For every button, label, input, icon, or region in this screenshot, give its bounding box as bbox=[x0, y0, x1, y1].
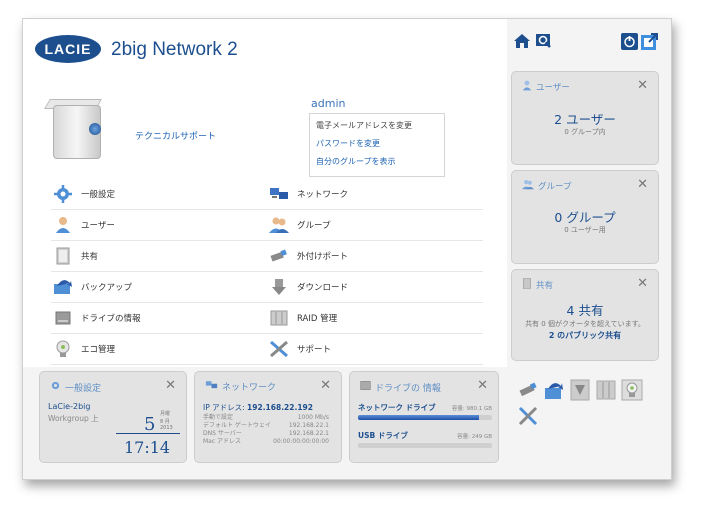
gear-icon bbox=[53, 185, 73, 203]
share-icon bbox=[53, 247, 73, 265]
menu-item-groups[interactable]: グループ bbox=[267, 210, 483, 240]
usb-drive-usage-bar bbox=[358, 443, 492, 448]
main-panel: LACIE 2big Network 2 テクニカルサポート admin 電子メ… bbox=[23, 19, 507, 367]
username-label: admin bbox=[311, 97, 346, 110]
change-password-link[interactable]: パスワードを変更 bbox=[310, 135, 444, 153]
drive-icon bbox=[53, 309, 73, 327]
raid-icon[interactable] bbox=[595, 379, 617, 401]
menu-item-support[interactable]: サポート bbox=[267, 334, 483, 364]
menu-item-backup[interactable]: バックアップ bbox=[51, 272, 267, 302]
menu-item-eco[interactable]: エコ管理 bbox=[51, 334, 267, 364]
network-drive-usage-bar bbox=[358, 415, 492, 420]
network-drive-capacity: 容量: 980.1 GB bbox=[451, 406, 492, 412]
menu-item-network[interactable]: ネットワーク bbox=[267, 179, 483, 209]
groups-detail: 0 ユーザー用 bbox=[564, 226, 606, 234]
tech-support-link[interactable]: テクニカルサポート bbox=[135, 129, 216, 142]
date-day: 5 bbox=[144, 414, 156, 435]
product-title: 2big Network 2 bbox=[111, 39, 238, 60]
user-options-box: 電子メールアドレスを変更 パスワードを変更 自分のグループを表示 bbox=[309, 113, 445, 177]
user-icon bbox=[522, 80, 532, 94]
shares-count: 4 共有 bbox=[566, 303, 604, 318]
menu-item-drive-info[interactable]: ドライブの情報 bbox=[51, 303, 267, 333]
ip-address: IP アドレス: 192.168.22.192 bbox=[203, 403, 313, 412]
date-display: 5 月曜 8 月 2013 bbox=[116, 410, 180, 435]
menu-item-external-ports[interactable]: 外付けポート bbox=[267, 241, 483, 271]
menu-item-shares[interactable]: 共有 bbox=[51, 241, 267, 271]
network-icon bbox=[269, 185, 289, 203]
usb-drive-capacity: 容量: 249 GB bbox=[457, 434, 492, 440]
groups-widget-title: グループ bbox=[538, 182, 572, 192]
usb-drive: USB ドライブ 容量: 249 GB bbox=[358, 430, 492, 448]
search-icon[interactable] bbox=[535, 33, 553, 53]
close-icon[interactable]: ✕ bbox=[165, 378, 176, 393]
shares-widget[interactable]: 共有 ✕ 4 共有 共有 0 個がクオータを超えています。 2 のパブリック共有 bbox=[511, 269, 659, 361]
date-month: 8 月 bbox=[160, 419, 170, 425]
device-name: LaCie-2big bbox=[48, 402, 91, 411]
view-my-groups-link[interactable]: 自分のグループを表示 bbox=[310, 153, 444, 171]
device-image bbox=[44, 99, 105, 161]
usb-drive-name: USB ドライブ bbox=[358, 431, 408, 440]
support-icon bbox=[269, 340, 289, 358]
popout-icon[interactable] bbox=[641, 33, 658, 54]
menu-item-general-settings[interactable]: 一般設定 bbox=[51, 179, 267, 209]
network-widget-title: ネットワーク bbox=[222, 383, 277, 393]
gear-icon bbox=[50, 380, 61, 394]
menu-item-raid[interactable]: RAID 管理 bbox=[267, 303, 483, 333]
network-drive: ネットワーク ドライブ 容量: 980.1 GB bbox=[358, 402, 492, 420]
change-email-link[interactable]: 電子メールアドレスを変更 bbox=[310, 117, 444, 135]
download-icon[interactable] bbox=[569, 379, 591, 401]
download-icon bbox=[269, 278, 289, 296]
user-icon bbox=[53, 216, 73, 234]
general-widget-title: 一般設定 bbox=[65, 383, 102, 394]
app-window: LACIE 2big Network 2 テクニカルサポート admin 電子メ… bbox=[22, 18, 672, 480]
ip-address-value: 192.168.22.192 bbox=[247, 403, 313, 412]
network-drive-name: ネットワーク ドライブ bbox=[358, 403, 436, 412]
drive-icon bbox=[360, 380, 371, 394]
close-icon[interactable]: ✕ bbox=[477, 378, 488, 393]
groups-count: 0 グループ bbox=[554, 210, 616, 225]
close-icon[interactable]: ✕ bbox=[320, 378, 331, 393]
date-year: 2013 bbox=[160, 425, 173, 431]
network-widget[interactable]: ネットワーク ✕ IP アドレス: 192.168.22.192 手動で設定 10… bbox=[194, 371, 342, 463]
users-widget[interactable]: ユーザー ✕ 2 ユーザー 0 グループ内 bbox=[511, 71, 659, 165]
users-count: 2 ユーザー bbox=[554, 112, 616, 127]
shares-detail: 共有 0 個がクオータを超えています。 bbox=[525, 320, 645, 328]
drive-info-widget[interactable]: ドライブの 情報 ✕ ネットワーク ドライブ 容量: 980.1 GB USB … bbox=[349, 371, 499, 463]
drive-widget-title: ドライブの 情報 bbox=[375, 383, 441, 394]
date-day-of-week: 月曜 bbox=[160, 411, 171, 417]
lacie-logo[interactable]: LACIE bbox=[35, 35, 101, 63]
usb-icon[interactable] bbox=[517, 379, 539, 401]
time-display: 17:14 bbox=[124, 438, 171, 457]
backup-icon[interactable] bbox=[543, 379, 565, 401]
menu-item-download[interactable]: ダウンロード bbox=[267, 272, 483, 302]
raid-icon bbox=[269, 309, 289, 327]
users-detail: 0 グループ内 bbox=[564, 128, 606, 136]
menu-item-users[interactable]: ユーザー bbox=[51, 210, 267, 240]
public-shares-link[interactable]: 2 のパブリック共有 bbox=[512, 330, 658, 341]
group-icon bbox=[269, 216, 289, 234]
backup-icon bbox=[53, 278, 73, 296]
groups-widget[interactable]: グループ ✕ 0 グループ 0 ユーザー用 bbox=[511, 170, 659, 264]
network-details: 手動で設定 1000 Mb/s デフォルト ゲートウェイ 192.168.22.1 … bbox=[203, 414, 329, 445]
general-settings-widget[interactable]: 一般設定 ✕ LaCie-2big Workgroup 上 5 月曜 8 月 2… bbox=[39, 371, 187, 463]
power-icon[interactable] bbox=[621, 33, 638, 54]
settings-menu: 一般設定 ネットワーク ユーザー グループ 共有 外付けポート バックアップ ダ… bbox=[51, 179, 483, 365]
usb-icon bbox=[269, 247, 289, 265]
top-toolbar bbox=[513, 33, 663, 55]
share-icon bbox=[522, 278, 532, 292]
close-icon[interactable]: ✕ bbox=[637, 78, 648, 93]
close-icon[interactable]: ✕ bbox=[637, 177, 648, 192]
users-widget-title: ユーザー bbox=[536, 83, 570, 93]
network-icon bbox=[205, 380, 218, 393]
close-icon[interactable]: ✕ bbox=[637, 276, 648, 291]
group-icon bbox=[522, 179, 534, 193]
eco-icon bbox=[53, 340, 73, 358]
home-icon[interactable] bbox=[513, 33, 531, 53]
support-icon[interactable] bbox=[517, 405, 539, 427]
eco-icon[interactable] bbox=[621, 379, 643, 401]
workgroup-label: Workgroup 上 bbox=[48, 414, 99, 423]
shares-widget-title: 共有 bbox=[536, 281, 554, 291]
